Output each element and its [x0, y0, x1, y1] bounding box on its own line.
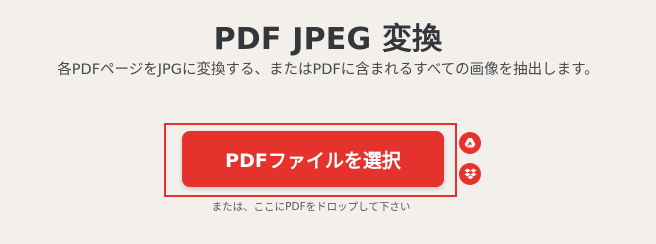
drop-hint-text: または、ここにPDFをドロップして下さい — [211, 201, 411, 213]
dropbox-button[interactable] — [459, 163, 481, 185]
google-drive-button[interactable] — [459, 132, 481, 154]
select-pdf-file-button[interactable]: PDFファイルを選択 — [182, 131, 444, 187]
page-title: PDF JPEG 変換 — [213, 22, 443, 57]
select-pdf-file-button-label: PDFファイルを選択 — [225, 149, 401, 172]
google-drive-icon — [464, 138, 476, 148]
dropbox-icon — [464, 168, 476, 180]
page-subtitle: 各PDFページをJPGに変換する、またはPDFに含まれるすべての画像を抽出します… — [57, 62, 599, 78]
